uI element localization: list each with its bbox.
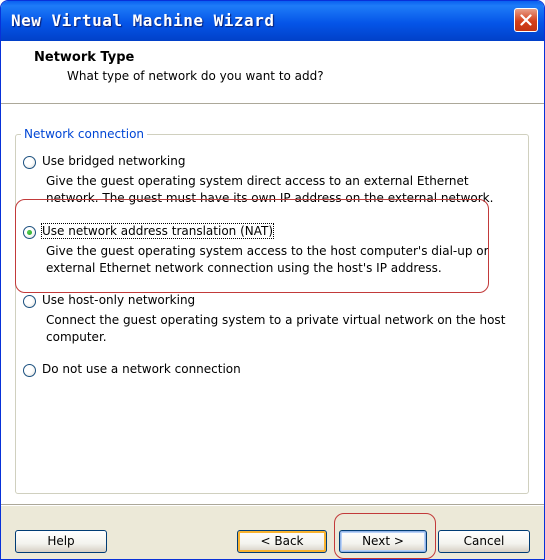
page-title: Network Type bbox=[34, 50, 135, 65]
page-subtitle: What type of network do you want to add? bbox=[67, 69, 324, 83]
footer-separator bbox=[1, 504, 544, 506]
annotation-highlight-next bbox=[334, 513, 436, 559]
help-button[interactable]: Help bbox=[15, 530, 107, 553]
wizard-content: Network connection Use bridged networkin… bbox=[1, 104, 544, 504]
close-icon bbox=[520, 14, 532, 26]
back-button[interactable]: < Back bbox=[237, 530, 327, 553]
cancel-button[interactable]: Cancel bbox=[438, 530, 530, 553]
group-legend: Network connection bbox=[21, 127, 148, 141]
radio-no-network[interactable] bbox=[23, 364, 36, 377]
window-title: New Virtual Machine Wizard bbox=[11, 11, 275, 30]
wizard-window: New Virtual Machine Wizard Network Type … bbox=[0, 0, 545, 560]
radio-host-only[interactable] bbox=[23, 295, 36, 308]
option-bridged-label[interactable]: Use bridged networking bbox=[42, 154, 185, 168]
option-host-only-label[interactable]: Use host-only networking bbox=[42, 293, 195, 307]
option-host-only-description: Connect the guest operating system to a … bbox=[46, 313, 506, 344]
option-no-network-label[interactable]: Do not use a network connection bbox=[42, 362, 241, 376]
radio-bridged[interactable] bbox=[23, 156, 36, 169]
annotation-highlight-nat bbox=[15, 199, 489, 293]
title-bar[interactable]: New Virtual Machine Wizard bbox=[1, 1, 544, 41]
close-button[interactable] bbox=[514, 8, 538, 32]
wizard-header: Network Type What type of network do you… bbox=[1, 41, 544, 104]
